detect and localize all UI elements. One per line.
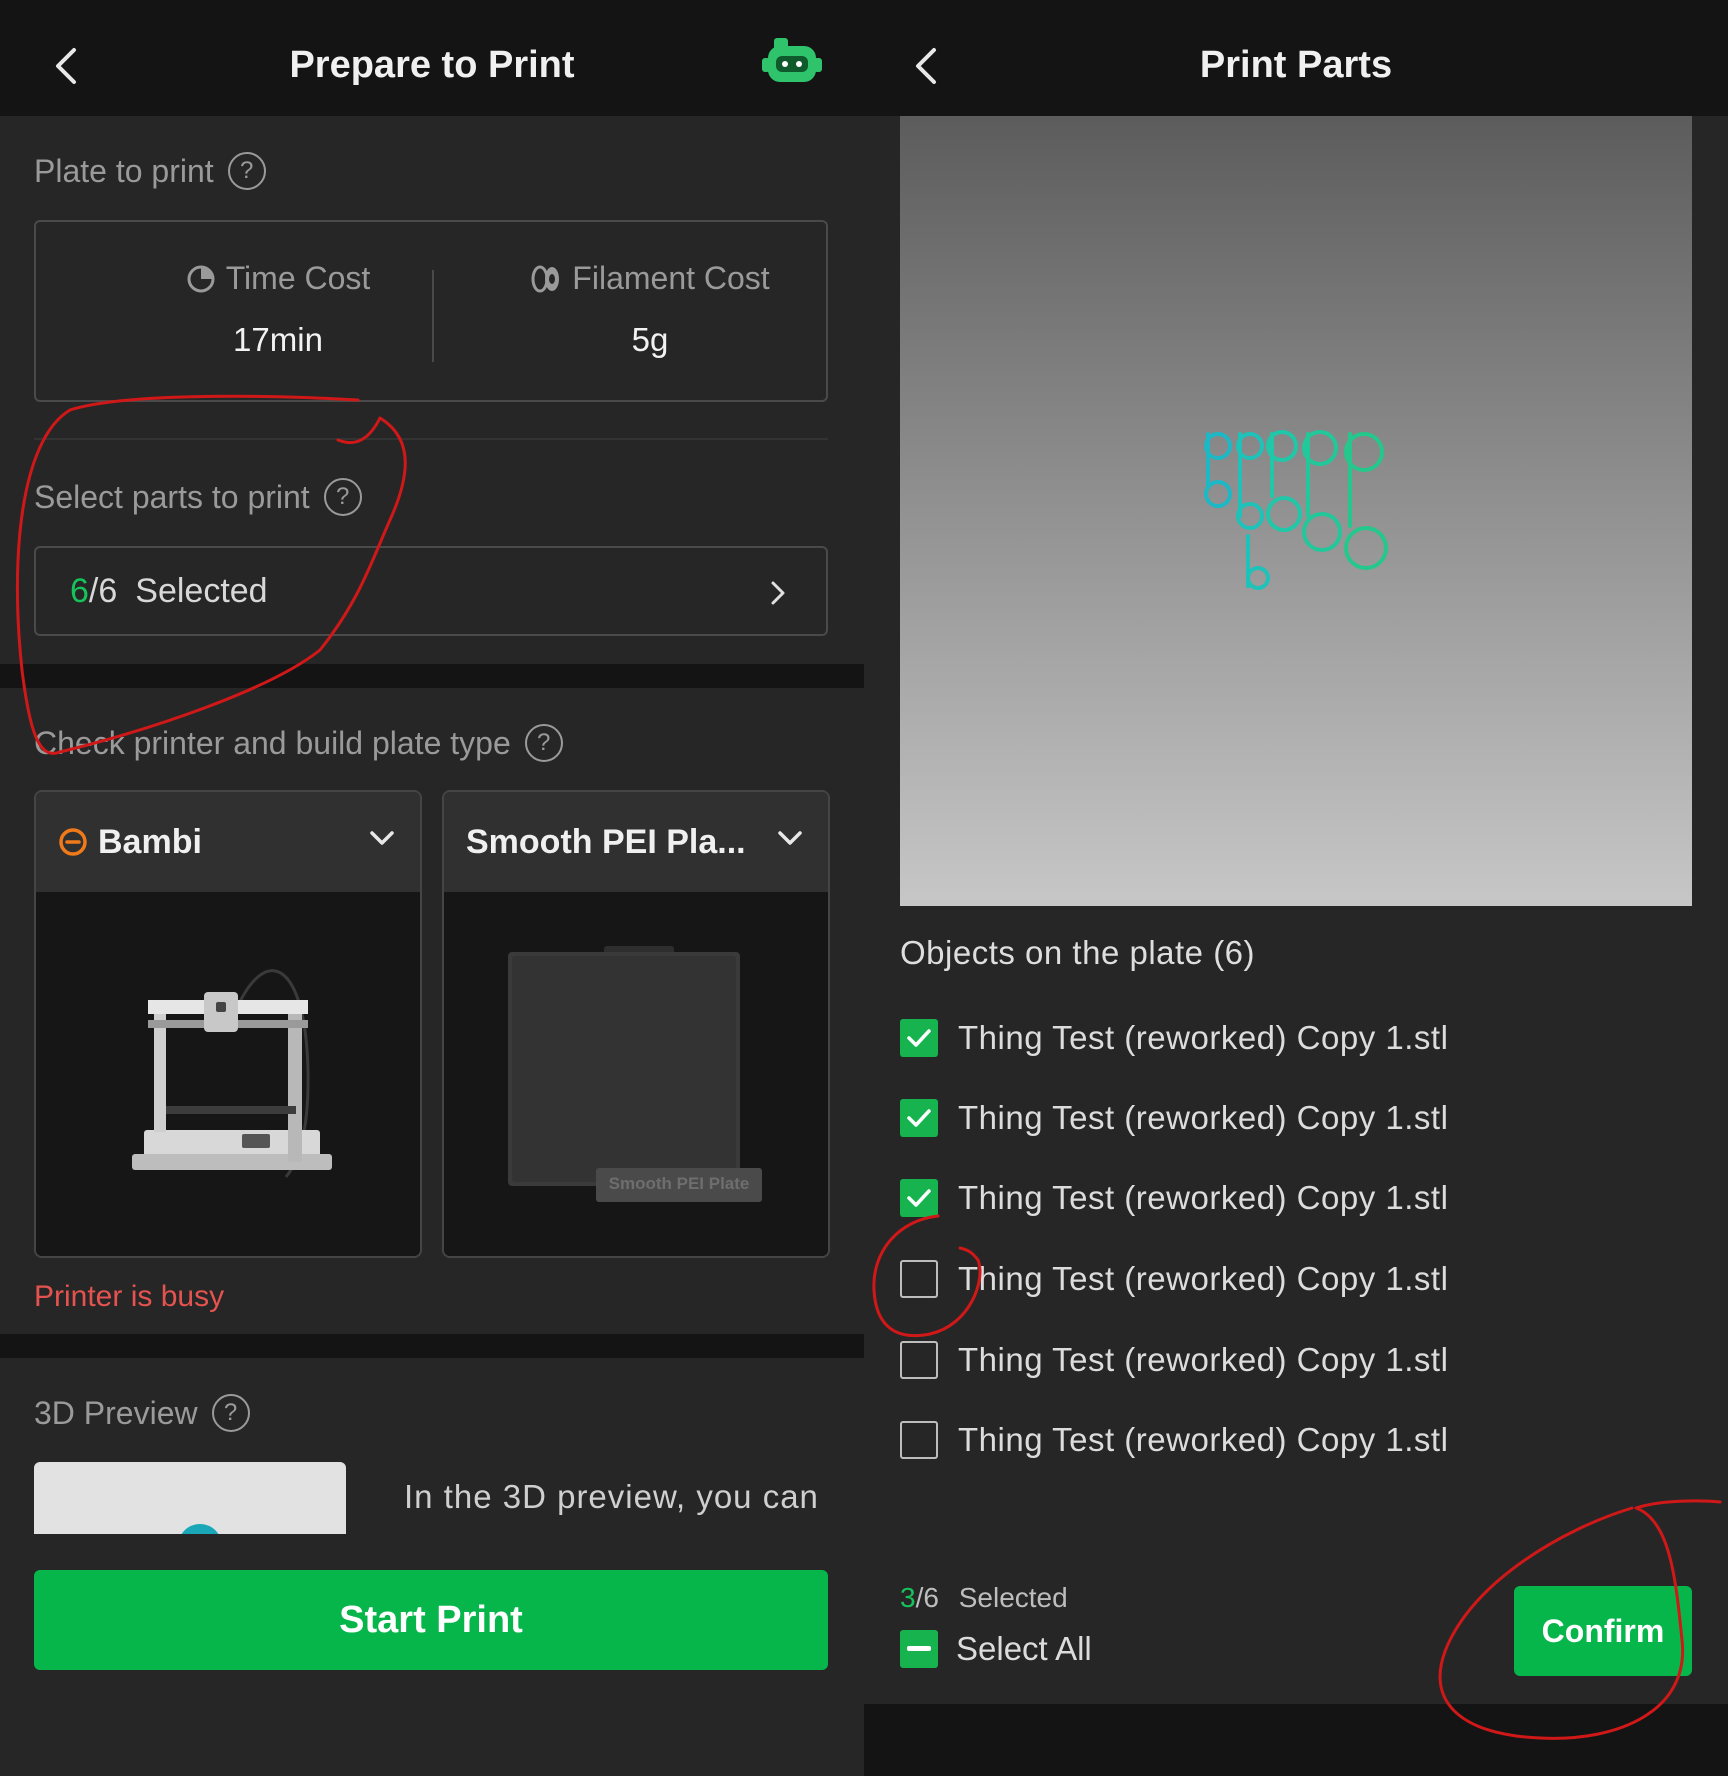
chevron-down-icon [778,831,802,845]
checkmark-icon [907,1109,931,1127]
selected-count-text: 3/6 Selected [900,1582,1068,1614]
checkbox-checked[interactable] [900,1099,938,1137]
checkmark-icon [907,1189,931,1207]
parts-selector[interactable]: 6 /6 Selected [34,546,828,636]
plate-caption: Smooth PEI Plate [608,1174,750,1193]
3d-preview-thumbnail[interactable] [34,1462,346,1534]
page-title: Print Parts [1199,44,1393,86]
object-row[interactable]: Thing Test (reworked) Copy 1.stl [900,1340,1448,1380]
section-separator [0,1334,864,1358]
help-icon[interactable]: ? [227,152,266,190]
plate-3d-viewport[interactable] [900,116,1692,906]
cost-summary-box: Time Cost 17min Filament Cost 5g [34,220,828,402]
filament-cost-label: Filament Cost [572,260,770,296]
object-name: Thing Test (reworked) Copy 1.stl [958,1099,1449,1136]
chevron-down-icon [370,831,394,845]
help-icon[interactable]: ? [323,478,362,516]
prepare-to-print-screen: Prepare to Print Plate to print ? Time C… [0,0,864,1776]
section-divider [34,438,828,440]
plate-to-print-label: Plate to print ? [34,152,266,190]
clock-icon [187,265,215,292]
help-icon[interactable]: ? [211,1394,250,1432]
help-icon[interactable]: ? [524,724,563,762]
build-plate-illustration [508,946,762,1202]
plate-type-name: Smooth PEI Pla... [466,822,746,861]
object-row[interactable]: Thing Test (reworked) Copy 1.stl [900,1018,1448,1058]
object-row[interactable]: Thing Test (reworked) Copy 1.stl [900,1259,1448,1299]
section-separator [0,664,864,688]
preview-model-shape [178,1524,222,1534]
parts-selected-count: 6 [70,571,89,610]
time-cost-value: 17min [233,321,323,358]
checkbox-unchecked[interactable] [900,1341,938,1379]
object-name: Thing Test (reworked) Copy 1.stl [958,1260,1449,1297]
selected-label: Selected [958,1582,1068,1613]
parts-total: /6 [88,571,118,610]
checkbox-unchecked[interactable] [900,1421,938,1459]
confirm-button[interactable]: Confirm [1514,1586,1692,1676]
printer-status-text: Printer is busy [34,1280,225,1313]
checkbox-checked[interactable] [900,1019,938,1057]
filament-cost: Filament Cost 5g [464,222,836,400]
header-bar: Prepare to Print [0,0,864,116]
cost-divider [432,270,434,362]
objects-on-plate-title: Objects on the plate (6) [900,934,1256,971]
minus-icon [907,1646,931,1651]
plate-type-dropdown[interactable]: Smooth PEI Pla... [444,792,828,892]
page-title: Prepare to Print [289,44,575,86]
checkbox-partial[interactable] [900,1630,938,1668]
filament-cost-value: 5g [631,321,669,358]
select-parts-label: Select parts to print ? [34,478,362,516]
build-plate-image: Smooth PEI Plate [444,892,828,1256]
print-parts-screen: Print Parts Objects on the plate (6) Thi… [864,0,1728,1776]
object-row[interactable]: Thing Test (reworked) Copy 1.stl [900,1098,1448,1138]
selected-count: 3 [900,1582,916,1613]
parts-selected-label: Selected [135,571,268,610]
3d-preview-label: 3D Preview ? [34,1394,250,1432]
footer-strip [864,1704,1728,1776]
3d-printer-illustration [132,969,332,1178]
object-row[interactable]: Thing Test (reworked) Copy 1.stl [900,1178,1448,1218]
plate-objects-render [1204,430,1388,590]
start-print-button[interactable]: Start Print [34,1570,828,1670]
object-name: Thing Test (reworked) Copy 1.stl [958,1179,1449,1216]
3d-preview-description: In the 3D preview, you can [404,1478,819,1515]
printer-image [36,892,420,1256]
object-name: Thing Test (reworked) Copy 1.stl [958,1341,1449,1378]
check-printer-label: Check printer and build plate type ? [34,724,563,762]
checkbox-unchecked[interactable] [900,1260,938,1298]
printer-dropdown[interactable]: Bambi [36,792,420,892]
select-all-toggle[interactable]: Select All [900,1630,1092,1668]
checkbox-checked[interactable] [900,1179,938,1217]
checkmark-icon [907,1029,931,1047]
build-plate-card[interactable]: Smooth PEI Pla... Smooth PEI Plate [442,790,830,1258]
filament-spool-icon [531,265,560,292]
object-name: Thing Test (reworked) Copy 1.stl [958,1421,1449,1458]
chevron-right-icon [771,581,785,605]
object-name: Thing Test (reworked) Copy 1.stl [958,1019,1449,1056]
printer-card[interactable]: Bambi [34,790,422,1258]
time-cost-label: Time Cost [225,260,371,296]
time-cost: Time Cost 17min [92,222,464,400]
header-bar: Print Parts [864,0,1728,116]
busy-status-icon [59,828,87,856]
object-row[interactable]: Thing Test (reworked) Copy 1.stl [900,1420,1448,1460]
selected-total: /6 [915,1582,939,1613]
select-all-label: Select All [956,1630,1092,1667]
robot-assistant-icon[interactable] [760,36,824,92]
printer-name: Bambi [98,822,202,861]
